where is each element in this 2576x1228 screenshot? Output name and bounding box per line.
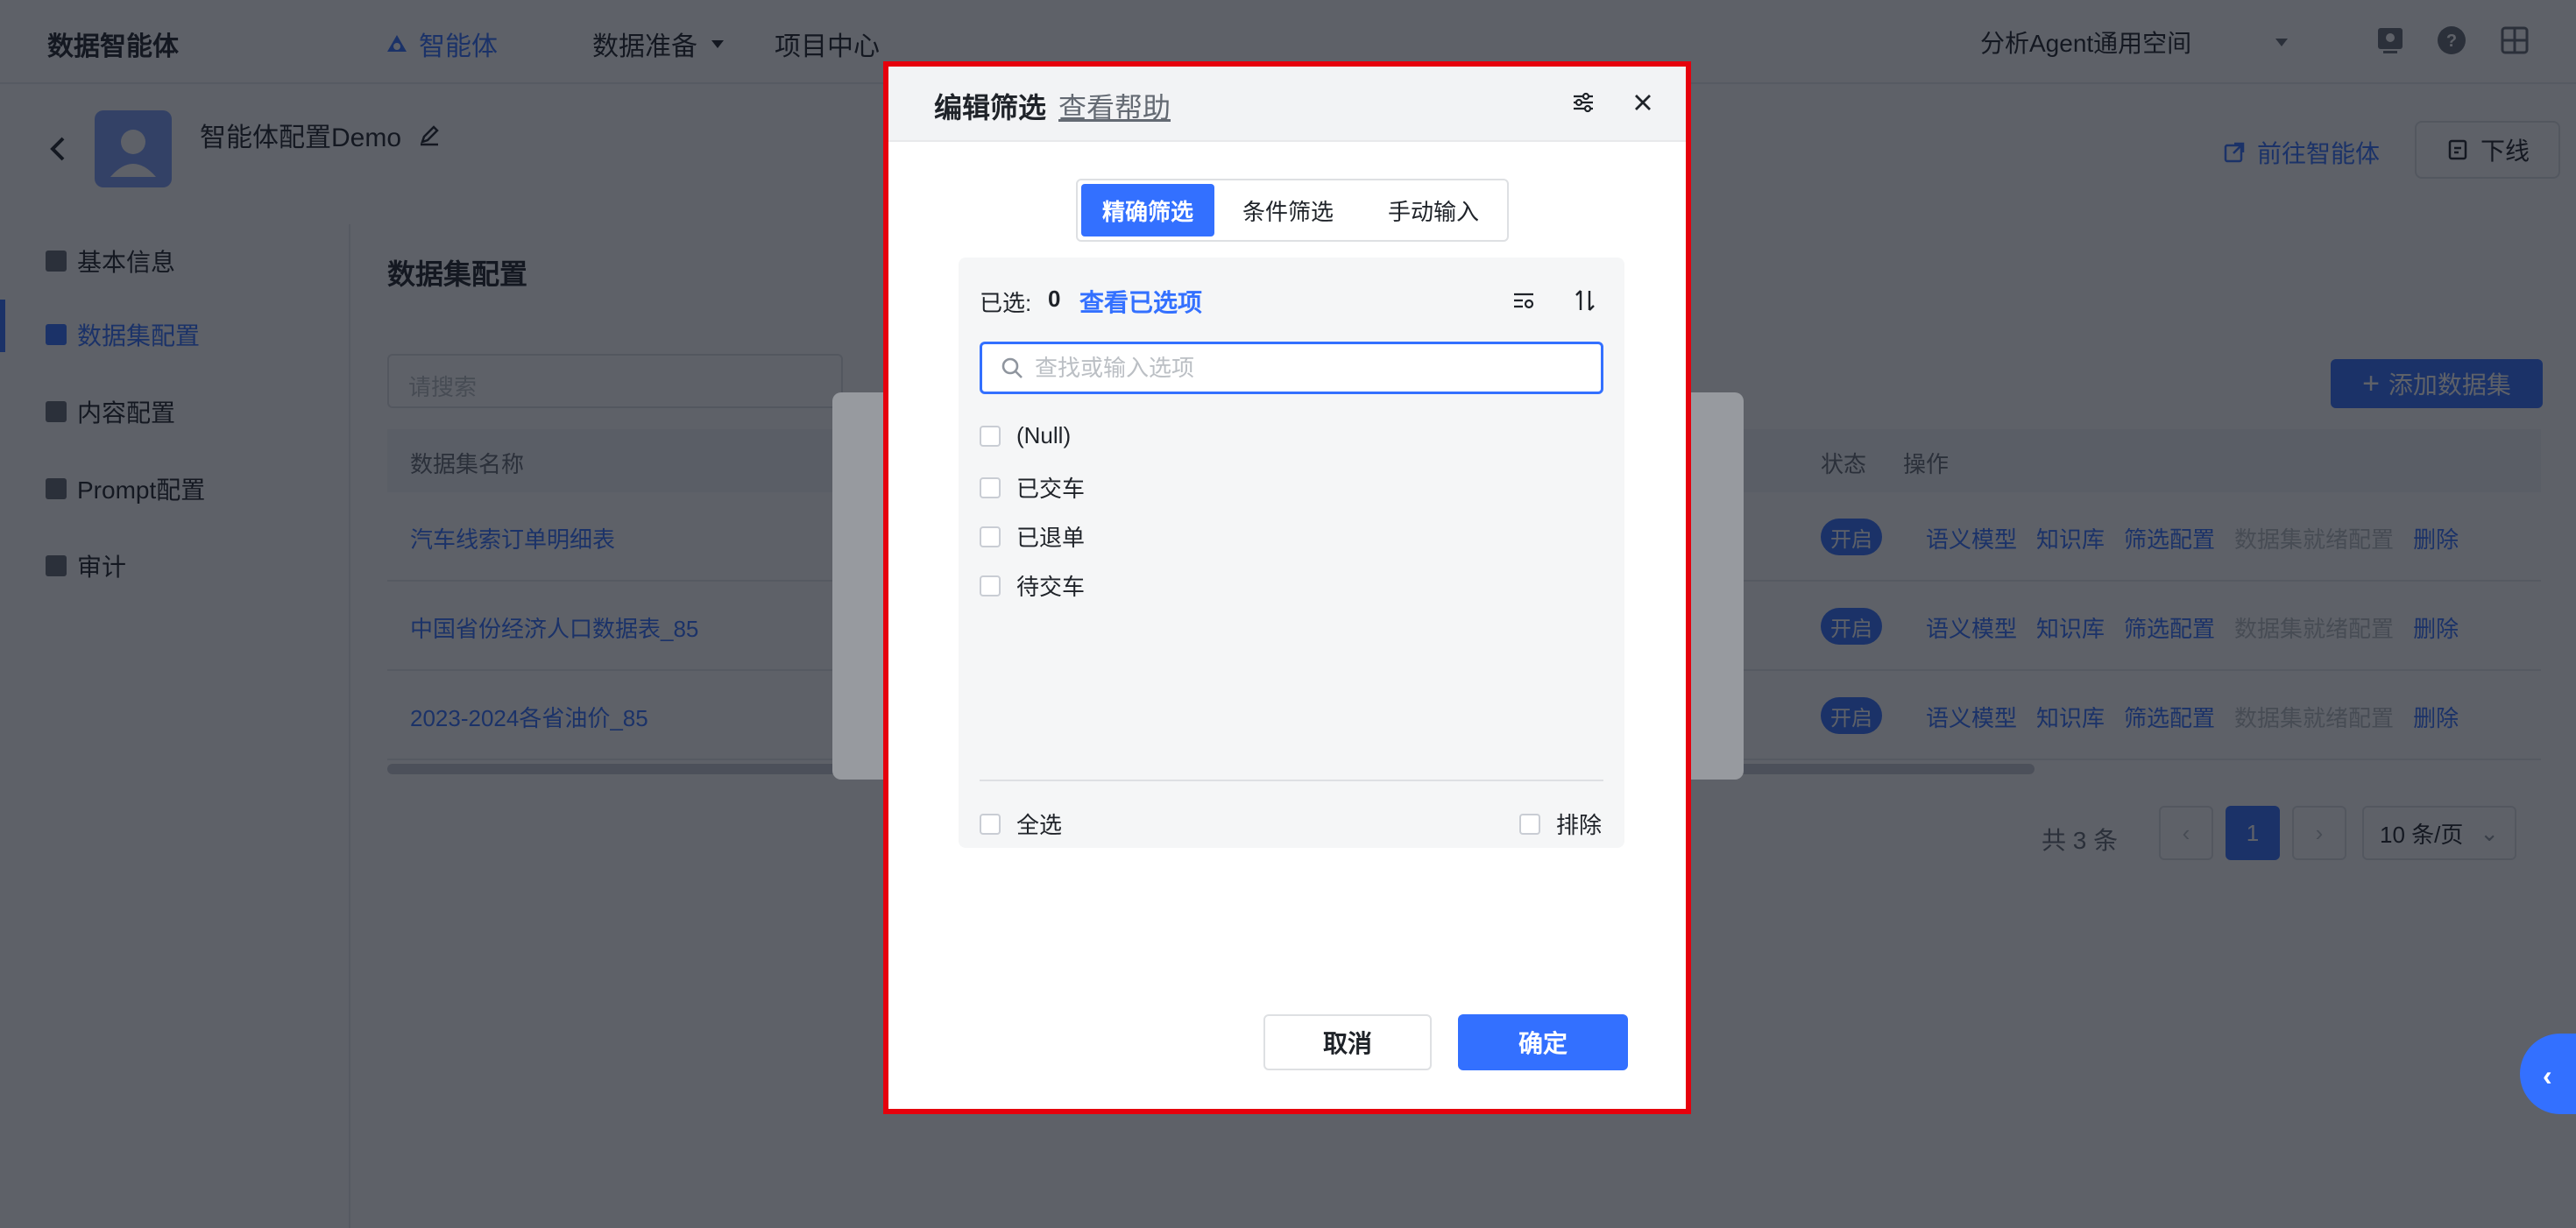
option-label: 待交车	[1016, 574, 1086, 600]
option-item[interactable]: 待交车	[980, 569, 1085, 602]
select-all-box[interactable]	[980, 813, 1001, 835]
exclude-checkbox[interactable]: 排除	[1519, 808, 1602, 840]
option-item[interactable]: 已交车	[980, 471, 1085, 504]
edit-filter-dialog: 编辑筛选 查看帮助 精确筛选 条件筛选 手动输入 已选: 0 查看已选项 查找或…	[883, 61, 1691, 1114]
select-all-label: 全选	[1016, 812, 1063, 838]
option-item[interactable]: 已退单	[980, 520, 1085, 553]
view-selected-link[interactable]: 查看已选项	[1079, 284, 1202, 319]
option-label: 已退单	[1016, 525, 1086, 551]
filter-mode-tabs: 精确筛选 条件筛选 手动输入	[1076, 179, 1509, 242]
option-label: 已交车	[1016, 476, 1086, 502]
exact-filter-panel: 已选: 0 查看已选项 (Null) 已交车 已退单 待交车	[959, 258, 1624, 848]
sliders-icon[interactable]	[1570, 89, 1596, 116]
close-icon[interactable]	[1630, 89, 1656, 116]
tab-manual-input[interactable]: 手动输入	[1363, 184, 1504, 236]
list-settings-icon[interactable]	[1511, 287, 1537, 314]
option-checkbox[interactable]	[980, 476, 1001, 498]
option-checkbox[interactable]	[980, 425, 1001, 447]
option-label: (Null)	[1016, 422, 1072, 448]
confirm-button[interactable]: 确定	[1458, 1014, 1628, 1070]
selected-label: 已选:	[980, 290, 1032, 316]
option-search-field[interactable]	[1035, 354, 1560, 382]
tab-exact-filter[interactable]: 精确筛选	[1081, 184, 1214, 236]
selected-count: 0	[1048, 286, 1061, 312]
option-search-input[interactable]	[980, 342, 1603, 394]
option-item[interactable]: (Null)	[980, 422, 1071, 449]
dialog-header: 编辑筛选 查看帮助	[888, 67, 1686, 142]
exclude-label: 排除	[1556, 812, 1603, 838]
chevron-left-icon: ‹	[2543, 1060, 2552, 1091]
sort-icon[interactable]	[1572, 287, 1598, 314]
panel-divider	[980, 780, 1603, 781]
help-link[interactable]: 查看帮助	[1058, 86, 1171, 126]
search-icon	[1001, 357, 1023, 378]
dialog-title: 编辑筛选	[934, 92, 1047, 124]
exclude-box[interactable]	[1519, 813, 1540, 835]
tab-condition-filter[interactable]: 条件筛选	[1221, 184, 1355, 236]
option-checkbox[interactable]	[980, 526, 1001, 547]
cancel-button[interactable]: 取消	[1263, 1014, 1432, 1070]
select-all-checkbox[interactable]: 全选	[980, 808, 1062, 840]
option-checkbox[interactable]	[980, 575, 1001, 596]
